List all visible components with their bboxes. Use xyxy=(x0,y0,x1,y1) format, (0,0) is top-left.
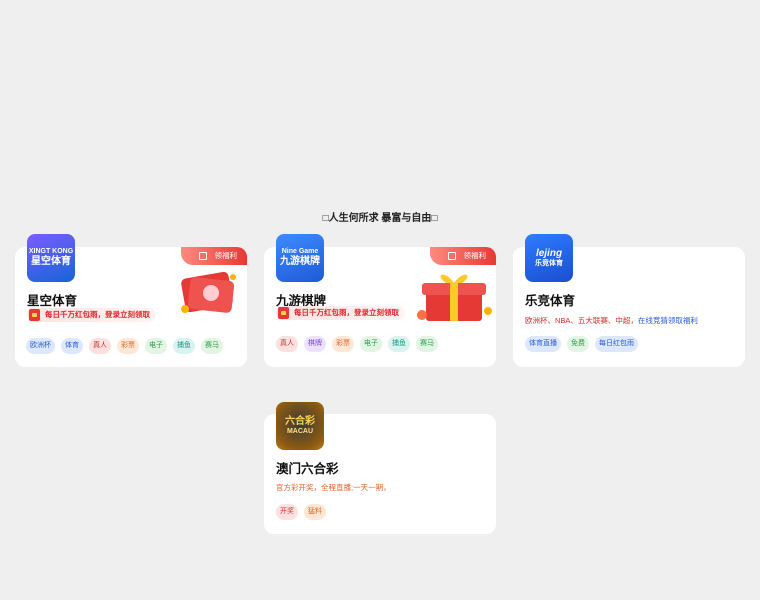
tag[interactable]: 赛马 xyxy=(201,338,223,354)
red-envelope-icon xyxy=(29,309,40,321)
tag-list: 体育直播 免费 每日红包雨 xyxy=(525,336,638,352)
logo-line2: 乐竞体育 xyxy=(535,260,563,267)
tag[interactable]: 捕鱼 xyxy=(173,338,195,354)
logo-line2: 星空体育 xyxy=(31,256,71,267)
promo-banner[interactable]: 每日千万红包雨，登录立刻领取 xyxy=(276,306,405,320)
logo-line2: 九游棋牌 xyxy=(280,256,320,267)
card-title: 乐竞体育 xyxy=(525,294,576,308)
jiuyou-logo: Nine Game 九游棋牌 xyxy=(276,234,324,282)
card-description: 官方彩开奖，全程直播;一天一期， xyxy=(276,483,391,492)
logo-line1: XINGT KONG xyxy=(28,248,74,255)
card-title: 澳门六合彩 xyxy=(276,462,339,476)
tag[interactable]: 彩票 xyxy=(332,336,354,352)
tag[interactable]: 真人 xyxy=(89,338,111,354)
logo-line2: MACAU xyxy=(286,428,314,435)
tag-list: 真人 棋牌 彩票 电子 捕鱼 赛马 xyxy=(276,336,438,352)
claim-benefit-ribbon[interactable]: 领福利 xyxy=(181,247,247,265)
tag[interactable]: 电子 xyxy=(360,336,382,352)
tag[interactable]: 每日红包雨 xyxy=(595,336,638,352)
headline: □人生何所求 暴富与自由□ xyxy=(322,213,438,224)
ribbon-label: 领福利 xyxy=(463,251,487,260)
gift-icon xyxy=(199,252,207,260)
tag[interactable]: 真人 xyxy=(276,336,298,352)
tag[interactable]: 免费 xyxy=(567,336,589,352)
card-description: 欧洲杯、NBA、五大联赛、中超，在线竞猜领取福利 xyxy=(525,315,698,326)
tag[interactable]: 欧洲杯 xyxy=(26,338,55,354)
promo-text: 每日千万红包雨，登录立刻领取 xyxy=(45,310,150,319)
card-title: 星空体育 xyxy=(27,294,78,308)
tag[interactable]: 电子 xyxy=(145,338,167,354)
tag[interactable]: 猛料 xyxy=(304,504,326,520)
promo-text: 每日千万红包雨，登录立刻领取 xyxy=(294,308,399,317)
red-envelope-illustration xyxy=(181,271,236,313)
logo-line1: Nine Game xyxy=(281,248,319,255)
red-envelope-icon xyxy=(278,307,289,319)
tag[interactable]: 开奖 xyxy=(276,504,298,520)
tag-list: 开奖 猛料 xyxy=(276,504,326,520)
tag[interactable]: 体育直播 xyxy=(525,336,561,352)
tag[interactable]: 体育 xyxy=(61,338,83,354)
logo-line1: 六合彩 xyxy=(285,416,315,427)
tag[interactable]: 赛马 xyxy=(416,336,438,352)
tag[interactable]: 捕鱼 xyxy=(388,336,410,352)
lejing-logo: lejing 乐竞体育 xyxy=(525,234,573,282)
claim-benefit-ribbon[interactable]: 领福利 xyxy=(430,247,496,265)
xingkong-logo: XINGT KONG 星空体育 xyxy=(27,234,75,282)
desc-link[interactable]: 在线竞猜领取福利 xyxy=(638,316,698,325)
tag-list: 欧洲杯 体育 真人 彩票 电子 捕鱼 赛马 xyxy=(26,338,223,354)
gift-icon xyxy=(448,252,456,260)
logo-line1: lejing xyxy=(535,248,563,259)
lhc-logo: 六合彩 MACAU xyxy=(276,402,324,450)
gift-box-illustration xyxy=(417,274,492,321)
tag[interactable]: 棋牌 xyxy=(304,336,326,352)
tag[interactable]: 彩票 xyxy=(117,338,139,354)
desc-highlight: 欧洲杯、NBA、五大联赛、中超， xyxy=(525,316,638,325)
ribbon-label: 领福利 xyxy=(214,251,238,260)
promo-banner[interactable]: 每日千万红包雨，登录立刻领取 xyxy=(27,308,156,322)
